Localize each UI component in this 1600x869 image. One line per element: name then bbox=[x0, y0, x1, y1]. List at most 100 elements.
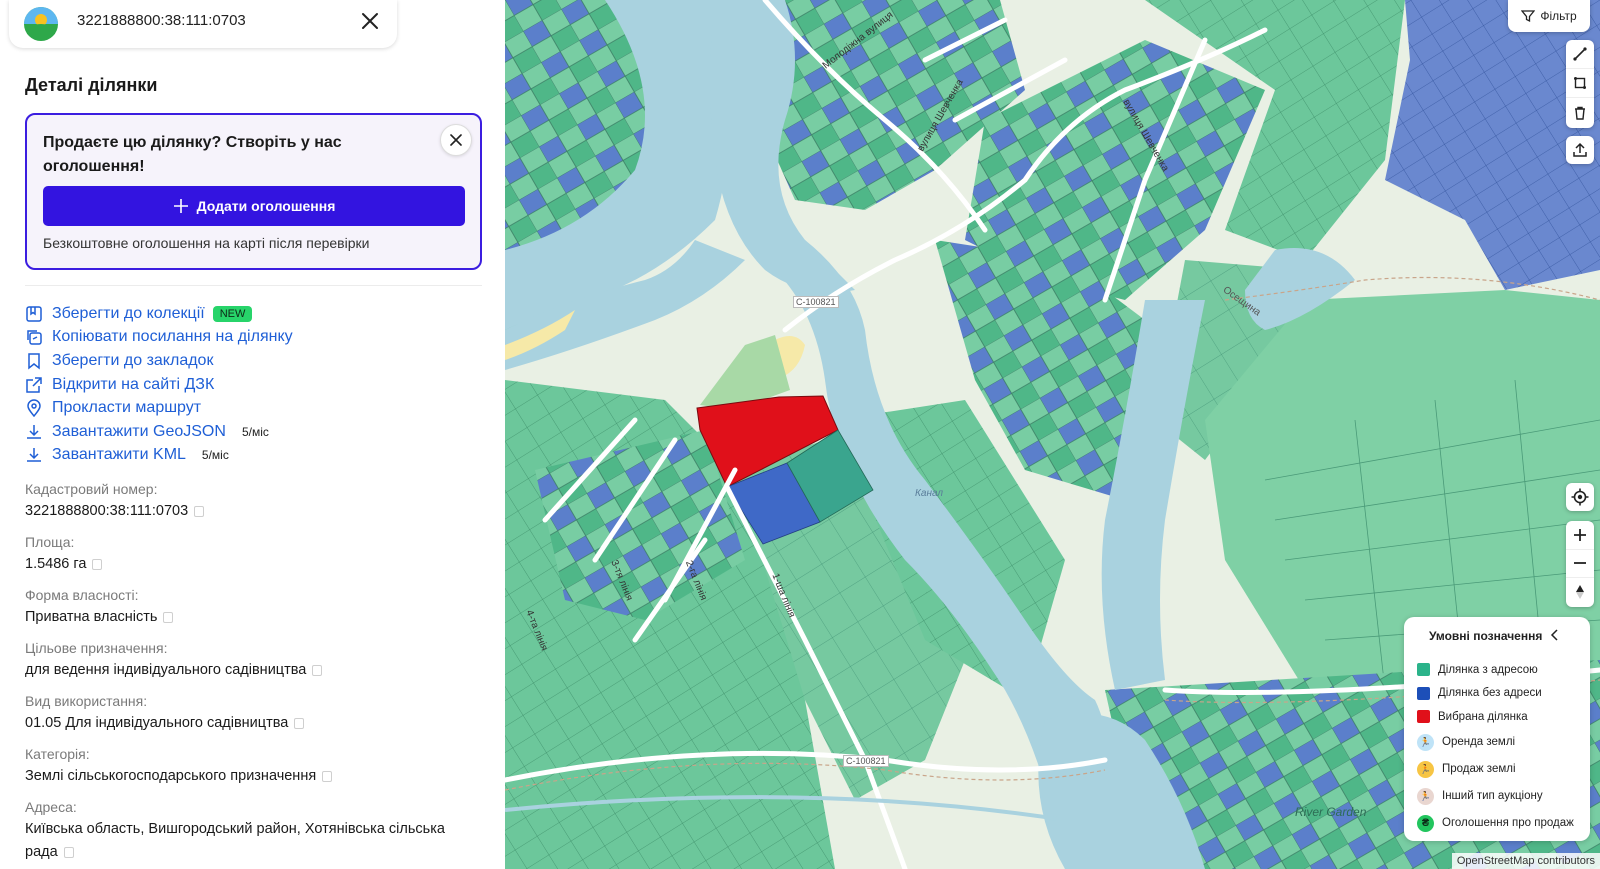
legend-swatch bbox=[1417, 686, 1430, 700]
detail-label: Вид використання: bbox=[25, 693, 148, 709]
legend-item: Вибрана ділянка bbox=[1417, 705, 1574, 729]
detail-value-cadastral: 3221888800:38:111:0703 bbox=[25, 500, 475, 523]
copy-icon[interactable] bbox=[294, 717, 305, 729]
canal-label: Канал bbox=[915, 488, 944, 499]
download-geojson-link[interactable]: Завантажити GeoJSON 5/міс bbox=[25, 420, 293, 444]
bookmark-icon bbox=[28, 353, 40, 370]
river-garden-label: River Garden bbox=[1295, 805, 1367, 819]
action-label: Завантажити GeoJSON bbox=[52, 422, 226, 440]
detail-value-category: Землі сільськогосподарського призначення bbox=[25, 765, 475, 788]
detail-value-area: 1.5486 га bbox=[25, 553, 475, 576]
detail-label: Кадастровий номер: bbox=[25, 481, 158, 497]
action-label: Зберегти до колекції bbox=[52, 304, 205, 322]
compass-button[interactable] bbox=[1566, 578, 1594, 607]
action-label: Завантажити KML bbox=[52, 446, 186, 464]
legend-swatch bbox=[1417, 710, 1430, 724]
hryvnia-icon: ₴ bbox=[1417, 814, 1434, 832]
copy-icon[interactable] bbox=[194, 505, 205, 517]
promo-card: Продаєте цю ділянку? Створіть у нас огол… bbox=[25, 113, 482, 270]
sell-land-icon: 🏃 bbox=[1417, 760, 1434, 778]
filter-label: Фільтр bbox=[1540, 9, 1577, 23]
map-view[interactable]: Канал River Garden С-100821 С-100821 вул… bbox=[505, 0, 1600, 869]
road-label: С-100821 bbox=[793, 296, 839, 308]
legend-items: Ділянка з адресою Ділянка без адреси Виб… bbox=[1417, 658, 1574, 837]
download-limit: 5/міс bbox=[201, 448, 229, 463]
filter-icon bbox=[1521, 10, 1536, 23]
upload-icon bbox=[1573, 142, 1587, 157]
compass-icon bbox=[1576, 585, 1584, 600]
copy-icon[interactable] bbox=[322, 770, 333, 782]
search-bar[interactable]: 3221888800:38:111:0703 bbox=[9, 0, 397, 48]
detail-label: Адреса: bbox=[25, 799, 77, 815]
polygon-icon bbox=[1574, 77, 1586, 89]
detail-text: Приватна власність bbox=[25, 609, 158, 625]
copy-icon[interactable] bbox=[92, 558, 103, 570]
detail-label: Площа: bbox=[25, 534, 75, 550]
legend-label: Оренда землі bbox=[1442, 736, 1516, 748]
minus-icon bbox=[1574, 562, 1586, 565]
app-logo-icon bbox=[24, 7, 58, 41]
zoom-in-button[interactable] bbox=[1566, 521, 1594, 550]
action-list: Зберегти до колекції NEW Копіювати посил… bbox=[25, 302, 293, 467]
detail-value-address: Київська область, Вишгородський район, Х… bbox=[25, 818, 475, 864]
close-icon[interactable] bbox=[358, 9, 382, 33]
download-kml-link[interactable]: Завантажити KML 5/міс bbox=[25, 444, 293, 468]
detail-text: Київська область, Вишгородський район, Х… bbox=[25, 821, 445, 860]
map-attribution[interactable]: OpenStreetMap contributors bbox=[1451, 853, 1600, 869]
line-icon bbox=[1573, 47, 1587, 61]
add-listing-button[interactable]: Додати оголошення bbox=[43, 186, 465, 226]
detail-label: Форма власності: bbox=[25, 587, 139, 603]
plus-icon bbox=[173, 199, 188, 213]
new-badge: NEW bbox=[212, 305, 253, 322]
promo-note: Безкоштовне оголошення на карті після пе… bbox=[43, 235, 370, 251]
parcel-details: Кадастровий номер: 3221888800:38:111:070… bbox=[25, 478, 475, 869]
share-button[interactable] bbox=[1566, 136, 1594, 164]
draw-line-button[interactable] bbox=[1566, 40, 1594, 69]
promo-close-button[interactable] bbox=[440, 124, 472, 156]
open-dzk-link[interactable]: Відкрити на сайті ДЗК bbox=[25, 373, 293, 397]
filter-button[interactable]: Фільтр bbox=[1508, 0, 1590, 32]
copy-icon[interactable] bbox=[312, 664, 323, 676]
route-link[interactable]: Прокласти маршрут bbox=[25, 396, 293, 420]
save-to-collection-link[interactable]: Зберегти до колекції NEW bbox=[25, 302, 293, 326]
collection-icon bbox=[26, 306, 42, 322]
page-title: Деталі ділянки bbox=[25, 75, 158, 95]
legend-label: Інший тип аукціону bbox=[1442, 790, 1543, 802]
detail-text: для ведення індивідуального садівництва bbox=[25, 662, 307, 678]
add-listing-label: Додати оголошення bbox=[196, 198, 336, 214]
locate-button[interactable] bbox=[1566, 483, 1594, 511]
draw-polygon-button[interactable] bbox=[1566, 69, 1594, 98]
divider bbox=[25, 285, 482, 286]
legend-item: Ділянка без адреси bbox=[1417, 682, 1574, 706]
promo-title: Продаєте цю ділянку? Створіть у нас огол… bbox=[43, 134, 342, 175]
delete-drawing-button[interactable] bbox=[1566, 98, 1594, 127]
road-label: С-100821 bbox=[843, 755, 889, 767]
detail-text: 3221888800:38:111:0703 bbox=[25, 503, 189, 519]
search-input[interactable]: 3221888800:38:111:0703 bbox=[77, 12, 246, 29]
trash-icon bbox=[1575, 106, 1585, 120]
zoom-controls bbox=[1566, 521, 1594, 607]
other-auction-icon: 🏃 bbox=[1417, 787, 1434, 805]
detail-text: 01.05 Для індивідуального садівництва bbox=[25, 715, 289, 731]
detail-value-usage: 01.05 Для індивідуального садівництва bbox=[25, 712, 475, 735]
detail-value-ownership: Приватна власність bbox=[25, 606, 475, 629]
copy-link-link[interactable]: Копіювати посилання на ділянку bbox=[25, 326, 293, 350]
download-icon bbox=[27, 448, 41, 463]
detail-text: 1.5486 га bbox=[25, 556, 87, 572]
save-bookmark-link[interactable]: Зберегти до закладок bbox=[25, 349, 293, 373]
legend-item: 🏃 Оренда землі bbox=[1417, 729, 1574, 756]
legend-label: Продаж землі bbox=[1442, 763, 1516, 775]
copy-icon[interactable] bbox=[63, 846, 74, 858]
legend-item: ₴ Оголошення про продаж bbox=[1417, 810, 1574, 837]
download-icon bbox=[27, 424, 41, 439]
draw-toolbar bbox=[1566, 40, 1594, 128]
copy-icon[interactable] bbox=[163, 611, 174, 623]
close-icon bbox=[450, 134, 462, 146]
zoom-out-button[interactable] bbox=[1566, 550, 1594, 579]
download-limit: 5/міс bbox=[241, 424, 269, 439]
action-label: Зберегти до закладок bbox=[52, 351, 214, 369]
chevron-left-icon[interactable] bbox=[1547, 627, 1563, 643]
legend-title: Умовні позначення bbox=[1429, 629, 1543, 643]
details-panel: 3221888800:38:111:0703 Деталі ділянки Пр… bbox=[0, 0, 505, 869]
detail-text: Землі сільськогосподарського призначення bbox=[25, 768, 317, 784]
